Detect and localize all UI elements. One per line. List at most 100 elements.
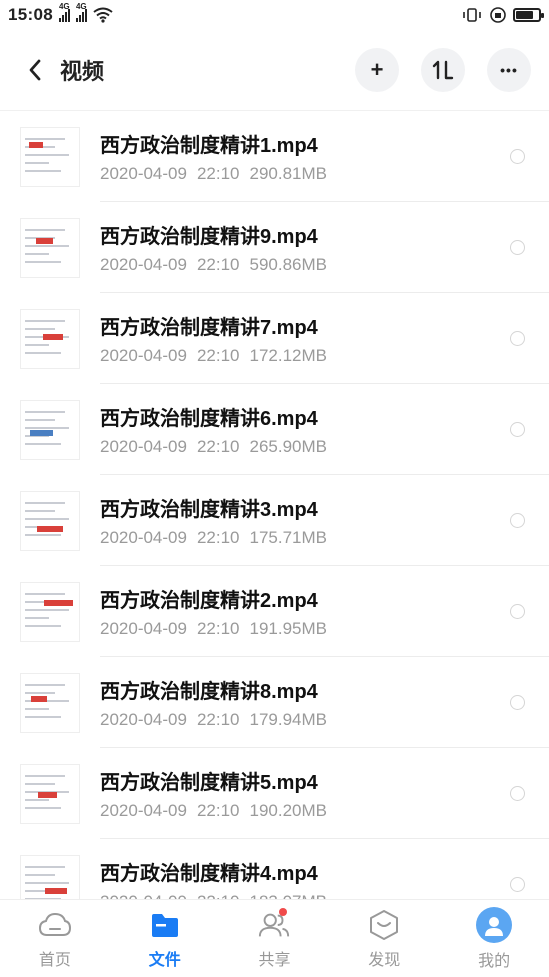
file-size: 179.94MB	[249, 710, 328, 729]
folder-icon	[148, 908, 182, 942]
file-row[interactable]: 西方政治制度精讲3.mp4 2020-04-09 22:10 175.71MB	[0, 475, 549, 566]
nav-share[interactable]: 共享	[220, 900, 330, 977]
file-date: 2020-04-09	[100, 346, 187, 365]
signal-icon: 4G	[58, 2, 70, 22]
file-date: 2020-04-09	[100, 801, 187, 820]
file-time: 22:10	[196, 801, 240, 820]
status-time: 15:08	[8, 5, 53, 24]
file-meta: 西方政治制度精讲1.mp4 2020-04-09 22:10 290.81MB	[100, 129, 510, 184]
nav-home[interactable]: 首页	[0, 900, 110, 977]
file-meta: 西方政治制度精讲8.mp4 2020-04-09 22:10 179.94MB	[100, 675, 510, 730]
file-meta: 西方政治制度精讲3.mp4 2020-04-09 22:10 175.71MB	[100, 493, 510, 548]
file-row[interactable]: 西方政治制度精讲9.mp4 2020-04-09 22:10 590.86MB	[0, 202, 549, 293]
wifi-icon	[93, 7, 113, 23]
video-thumbnail	[20, 581, 80, 642]
file-name: 西方政治制度精讲3.mp4	[100, 499, 318, 521]
chevron-left-icon	[29, 59, 41, 81]
battery-icon	[513, 8, 544, 22]
video-thumbnail	[20, 126, 80, 187]
app-header: 视频 + •••	[0, 30, 549, 110]
file-name: 西方政治制度精讲2.mp4	[100, 590, 318, 612]
file-time: 22:10	[196, 164, 240, 183]
file-size: 590.86MB	[249, 255, 328, 274]
video-thumbnail	[20, 217, 80, 278]
file-date: 2020-04-09	[100, 528, 187, 547]
sort-icon	[432, 60, 454, 80]
file-info: 2020-04-09 22:10 265.90MB	[100, 437, 510, 457]
file-time: 22:10	[196, 528, 240, 547]
sort-button[interactable]	[421, 48, 465, 92]
video-thumbnail	[20, 763, 80, 824]
video-thumbnail	[20, 854, 80, 900]
select-radio[interactable]	[510, 604, 525, 619]
file-meta: 西方政治制度精讲9.mp4 2020-04-09 22:10 590.86MB	[100, 220, 510, 275]
alarm-icon	[490, 7, 506, 23]
file-name: 西方政治制度精讲4.mp4	[100, 863, 318, 885]
file-row[interactable]: 西方政治制度精讲1.mp4 2020-04-09 22:10 290.81MB	[0, 111, 549, 202]
select-radio[interactable]	[510, 331, 525, 346]
select-radio[interactable]	[510, 149, 525, 164]
file-date: 2020-04-09	[100, 710, 187, 729]
nav-label: 发现	[368, 951, 401, 969]
file-time: 22:10	[196, 710, 240, 729]
file-info: 2020-04-09 22:10 191.95MB	[100, 619, 510, 639]
select-radio[interactable]	[510, 422, 525, 437]
cloud-icon	[38, 908, 72, 942]
avatar-icon	[476, 906, 513, 943]
file-name: 西方政治制度精讲5.mp4	[100, 772, 318, 794]
nav-profile[interactable]: 我的	[439, 900, 549, 977]
file-time: 22:10	[196, 255, 240, 274]
file-info: 2020-04-09 22:10 590.86MB	[100, 255, 510, 275]
file-size: 265.90MB	[249, 437, 328, 456]
file-date: 2020-04-09	[100, 437, 187, 456]
nav-label: 文件	[148, 951, 181, 969]
back-button[interactable]	[18, 53, 52, 87]
video-thumbnail	[20, 490, 80, 551]
video-thumbnail	[20, 399, 80, 460]
more-button[interactable]: •••	[487, 48, 531, 92]
file-size: 191.95MB	[249, 619, 328, 638]
nav-label: 首页	[38, 951, 71, 969]
file-size: 172.12MB	[249, 346, 328, 365]
file-info: 2020-04-09 22:10 175.71MB	[100, 528, 510, 548]
select-radio[interactable]	[510, 877, 525, 892]
add-button[interactable]: +	[355, 48, 399, 92]
select-radio[interactable]	[510, 513, 525, 528]
status-bar: 15:08 4G 4G	[0, 0, 549, 30]
file-row[interactable]: 西方政治制度精讲4.mp42020-04-0922:10183.07MB	[0, 839, 549, 900]
select-radio[interactable]	[510, 786, 525, 801]
file-info: 2020-04-09 22:10 190.20MB	[100, 801, 510, 821]
file-row[interactable]: 西方政治制度精讲6.mp4 2020-04-09 22:10 265.90MB	[0, 384, 549, 475]
nav-label: 我的	[478, 952, 511, 970]
file-meta: 西方政治制度精讲7.mp4 2020-04-09 22:10 172.12MB	[100, 311, 510, 366]
file-meta: 西方政治制度精讲5.mp4 2020-04-09 22:10 190.20MB	[100, 766, 510, 821]
nav-discover[interactable]: 发现	[329, 900, 439, 977]
file-row[interactable]: 西方政治制度精讲8.mp4 2020-04-09 22:10 179.94MB	[0, 657, 549, 748]
notification-badge	[278, 908, 287, 916]
file-name: 西方政治制度精讲9.mp4	[100, 226, 318, 248]
page-title: 视频	[60, 59, 105, 84]
file-name: 西方政治制度精讲8.mp4	[100, 681, 318, 703]
bottom-nav: 首页 文件 共享 发现 我的	[0, 899, 549, 977]
nav-files[interactable]: 文件	[110, 900, 220, 977]
file-row[interactable]: 西方政治制度精讲5.mp4 2020-04-09 22:10 190.20MB	[0, 748, 549, 839]
file-date: 2020-04-09	[100, 164, 187, 183]
select-radio[interactable]	[510, 695, 525, 710]
file-size: 175.71MB	[249, 528, 328, 547]
signal-icon-2: 4G	[75, 2, 87, 22]
file-info: 2020-04-09 22:10 290.81MB	[100, 164, 510, 184]
file-size: 290.81MB	[249, 164, 328, 183]
file-row[interactable]: 西方政治制度精讲2.mp4 2020-04-09 22:10 191.95MB	[0, 566, 549, 657]
file-info: 2020-04-09 22:10 172.12MB	[100, 346, 510, 366]
select-radio[interactable]	[510, 240, 525, 255]
video-thumbnail	[20, 672, 80, 733]
file-list: 西方政治制度精讲1.mp4 2020-04-09 22:10 290.81MB 西方政治…	[0, 110, 549, 900]
file-date: 2020-04-09	[100, 619, 187, 638]
file-name: 西方政治制度精讲1.mp4	[100, 135, 318, 157]
video-thumbnail	[20, 308, 80, 369]
file-name: 西方政治制度精讲6.mp4	[100, 408, 318, 430]
file-size: 190.20MB	[249, 801, 328, 820]
file-name: 西方政治制度精讲7.mp4	[100, 317, 318, 339]
file-row[interactable]: 西方政治制度精讲7.mp4 2020-04-09 22:10 172.12MB	[0, 293, 549, 384]
file-time: 22:10	[196, 619, 240, 638]
